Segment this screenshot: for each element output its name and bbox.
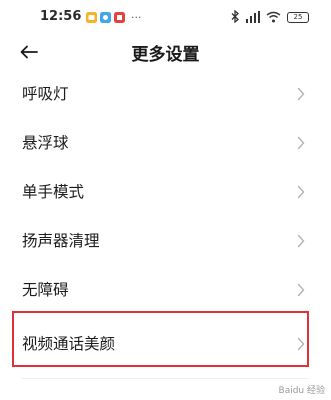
notification-app-icon-2 [100,8,111,27]
settings-item-label: 悬浮球 [22,134,69,152]
mobile-signal-icon [246,8,260,27]
watermark: Baidu 经验 [278,386,325,396]
settings-item-label: 扬声器清理 [22,232,100,250]
notification-app-icon-3 [114,8,125,27]
bluetooth-icon [231,8,240,27]
settings-item-accessibility[interactable]: 无障碍 [0,266,331,315]
status-time: 12:56 [40,9,82,24]
notification-app-icon-1 [86,8,97,27]
settings-item-label: 单手模式 [22,183,85,201]
chevron-right-icon [297,184,305,203]
settings-item-label: 无障碍 [22,281,69,299]
settings-item-floating-ball[interactable]: 悬浮球 [0,119,331,168]
wifi-icon [266,8,281,27]
settings-item-breathing-light[interactable]: 呼吸灯 [0,70,331,119]
header: 更多设置 [0,34,331,74]
chevron-right-icon [297,86,305,105]
page-title: 更多设置 [131,45,200,65]
list-divider [22,378,309,379]
battery-level: 25 [293,12,303,21]
battery-icon: 25 [287,11,309,23]
status-bar: 12:56 ··· 25 [0,0,331,34]
chevron-right-icon [297,135,305,154]
more-notifications-indicator: ··· [131,10,142,24]
notification-icons: ··· [86,10,142,24]
settings-item-speaker-cleaning[interactable]: 扬声器清理 [0,217,331,266]
settings-item-label: 呼吸灯 [22,85,69,103]
chevron-right-icon [297,282,305,301]
settings-item-one-hand-mode[interactable]: 单手模式 [0,168,331,217]
chevron-right-icon [297,233,305,252]
highlight-annotation-box [12,311,309,367]
